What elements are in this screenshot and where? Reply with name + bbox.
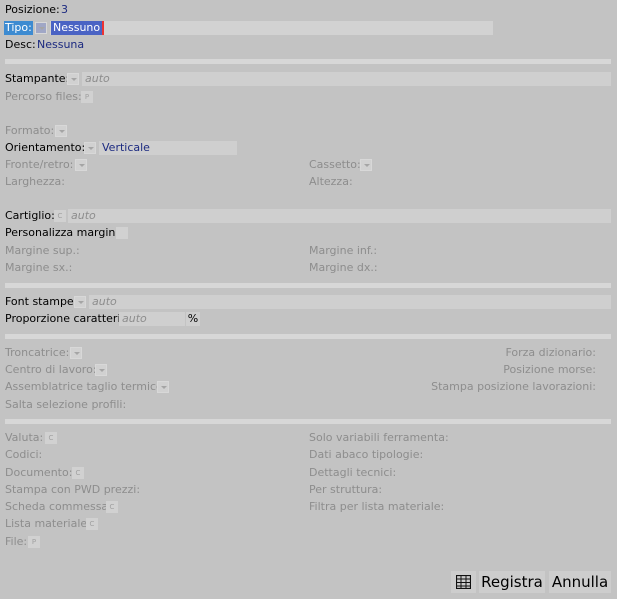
proporzione-caratteri-field[interactable]: auto bbox=[119, 312, 185, 326]
scheda-commessa-label: Scheda commessa: bbox=[5, 500, 112, 513]
larghezza-label: Larghezza: bbox=[5, 175, 65, 188]
orientamento-label: Orientamento: bbox=[5, 141, 86, 154]
font-stampe-field[interactable]: auto bbox=[89, 295, 611, 309]
assemblatrice-label: Assemblatrice taglio termico: bbox=[5, 380, 167, 393]
solo-variabili-ferramenta-label: Solo variabili ferramenta: bbox=[309, 431, 449, 444]
dati-abaco-tipologie-label: Dati abaco tipologie: bbox=[309, 448, 424, 461]
cartiglio-label: Cartiglio: bbox=[5, 209, 55, 222]
table-icon bbox=[455, 574, 472, 590]
percent-unit: % bbox=[186, 312, 200, 326]
documento-button[interactable]: C bbox=[72, 467, 84, 479]
table-view-button[interactable] bbox=[451, 571, 476, 593]
fronte-retro-dropdown-icon[interactable] bbox=[75, 159, 87, 171]
proporzione-placeholder: auto bbox=[122, 312, 147, 325]
separator-1 bbox=[5, 59, 611, 64]
tipo-dropdown-icon[interactable] bbox=[35, 22, 47, 34]
registra-button[interactable]: Registra bbox=[479, 571, 545, 593]
desc-value: Nessuna bbox=[37, 38, 85, 51]
posizione-value: 3 bbox=[61, 3, 68, 16]
percorso-files-button[interactable]: P bbox=[81, 91, 93, 103]
orientamento-select[interactable]: Verticale bbox=[99, 141, 237, 155]
proporzione-caratteri-label: Proporzione caratteri: bbox=[5, 312, 125, 325]
annulla-button[interactable]: Annulla bbox=[549, 571, 611, 593]
troncatrice-dropdown-icon[interactable] bbox=[70, 347, 82, 359]
font-stampe-dropdown-icon[interactable] bbox=[74, 296, 86, 308]
separator-2 bbox=[5, 283, 611, 288]
file-label: File: bbox=[5, 535, 28, 548]
centro-di-lavoro-dropdown-icon[interactable] bbox=[95, 364, 107, 376]
personalizza-margini-label: Personalizza margini: bbox=[5, 226, 123, 239]
font-stampe-label: Font stampe: bbox=[5, 295, 78, 308]
orientamento-dropdown-icon[interactable] bbox=[84, 142, 96, 154]
scheda-commessa-button[interactable]: C bbox=[106, 501, 118, 513]
cartiglio-placeholder: auto bbox=[71, 209, 96, 222]
stampante-field[interactable]: auto bbox=[82, 72, 611, 86]
lista-materiale-label: Lista materiale: bbox=[5, 517, 91, 530]
forza-dizionario-label: Forza dizionario: bbox=[505, 346, 596, 359]
salta-selezione-profili-label: Salta selezione profili: bbox=[5, 398, 127, 411]
posizione-label: Posizione: bbox=[5, 3, 60, 16]
cartiglio-field[interactable]: auto bbox=[68, 209, 611, 223]
margine-inf-label: Margine inf.: bbox=[309, 244, 378, 257]
percorso-files-label: Percorso files: bbox=[5, 90, 82, 103]
per-struttura-label: Per struttura: bbox=[309, 483, 383, 496]
tipo-value: Nessuno bbox=[51, 21, 105, 35]
fronte-retro-label: Fronte/retro: bbox=[5, 158, 74, 171]
cassetto-label: Cassetto: bbox=[309, 158, 361, 171]
stampa-pwd-prezzi-label: Stampa con PWD prezzi: bbox=[5, 483, 141, 496]
stampante-dropdown-icon[interactable] bbox=[67, 73, 79, 85]
altezza-label: Altezza: bbox=[309, 175, 353, 188]
documento-label: Documento: bbox=[5, 466, 73, 479]
margine-sx-label: Margine sx.: bbox=[5, 261, 73, 274]
codici-label: Codici: bbox=[5, 448, 43, 461]
stampante-placeholder: auto bbox=[85, 72, 110, 85]
tipo-label: Tipo: bbox=[4, 21, 33, 35]
filtra-lista-materiale-label: Filtra per lista materiale: bbox=[309, 500, 445, 513]
valuta-button[interactable]: C bbox=[45, 432, 57, 444]
assemblatrice-dropdown-icon[interactable] bbox=[157, 381, 169, 393]
lista-materiale-button[interactable]: C bbox=[86, 518, 98, 530]
stampa-posizione-lavorazioni-label: Stampa posizione lavorazioni: bbox=[431, 380, 596, 393]
separator-4 bbox=[5, 419, 611, 424]
formato-label: Formato: bbox=[5, 124, 55, 137]
font-stampe-placeholder: auto bbox=[92, 295, 117, 308]
tipo-select[interactable]: Nessuno bbox=[50, 21, 493, 35]
dettagli-tecnici-label: Dettagli tecnici: bbox=[309, 466, 397, 479]
desc-label: Desc: bbox=[5, 38, 36, 51]
cartiglio-button[interactable]: C bbox=[54, 210, 66, 222]
personalizza-margini-checkbox[interactable] bbox=[116, 227, 128, 239]
troncatrice-label: Troncatrice: bbox=[5, 346, 70, 359]
separator-3 bbox=[5, 334, 611, 339]
cassetto-dropdown-icon[interactable] bbox=[360, 159, 372, 171]
margine-sup-label: Margine sup.: bbox=[5, 244, 80, 257]
posizione-morse-label: Posizione morse: bbox=[503, 363, 596, 376]
stampante-label: Stampante: bbox=[5, 72, 70, 85]
centro-di-lavoro-label: Centro di lavoro: bbox=[5, 363, 97, 376]
file-button[interactable]: P bbox=[28, 536, 40, 548]
margine-dx-label: Margine dx.: bbox=[309, 261, 378, 274]
valuta-label: Valuta: bbox=[5, 431, 44, 444]
formato-dropdown-icon[interactable] bbox=[55, 125, 67, 137]
